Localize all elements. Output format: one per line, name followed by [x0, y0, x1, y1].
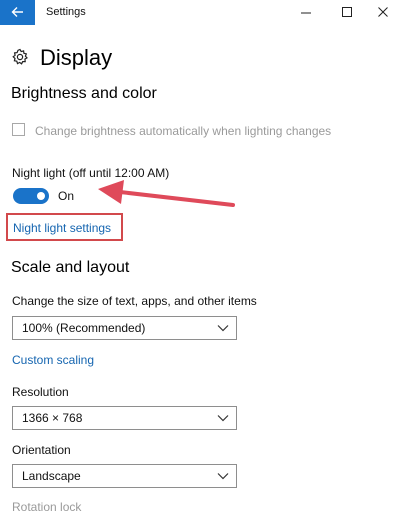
night-light-toggle[interactable]: [13, 188, 49, 204]
section-heading-scale: Scale and layout: [11, 259, 130, 276]
night-light-label: Night light (off until 12:00 AM): [12, 166, 170, 180]
maximize-icon: [342, 7, 352, 17]
orientation-dropdown[interactable]: Landscape: [12, 464, 237, 488]
scale-dropdown-value: 100% (Recommended): [22, 321, 146, 335]
minimize-icon: [301, 12, 311, 14]
chevron-down-icon: [217, 473, 229, 480]
minimize-button[interactable]: [297, 4, 315, 20]
close-icon: [378, 7, 388, 17]
auto-brightness-label: Change brightness automatically when lig…: [35, 124, 332, 138]
resolution-dropdown[interactable]: 1366 × 768: [12, 406, 237, 430]
back-arrow-icon: [11, 7, 23, 17]
orientation-label: Orientation: [12, 443, 71, 457]
title-bar: Settings: [0, 0, 400, 25]
toggle-knob: [37, 192, 45, 200]
gear-icon: [12, 48, 28, 65]
custom-scaling-link[interactable]: Custom scaling: [12, 353, 94, 367]
resolution-dropdown-value: 1366 × 768: [22, 411, 83, 425]
annotation-arrow-icon: [98, 180, 235, 207]
scale-dropdown[interactable]: 100% (Recommended): [12, 316, 237, 340]
orientation-dropdown-value: Landscape: [22, 469, 81, 483]
night-light-settings-link[interactable]: Night light settings: [13, 221, 111, 235]
auto-brightness-checkbox[interactable]: [12, 123, 25, 136]
text-size-label: Change the size of text, apps, and other…: [12, 294, 257, 308]
page-title: Display: [40, 45, 113, 70]
resolution-label: Resolution: [12, 385, 69, 399]
section-heading-brightness: Brightness and color: [11, 85, 157, 102]
rotation-lock-label: Rotation lock: [12, 500, 82, 514]
window-title: Settings: [46, 6, 86, 18]
maximize-button[interactable]: [338, 4, 356, 20]
chevron-down-icon: [217, 325, 229, 332]
back-button[interactable]: [0, 0, 35, 25]
chevron-down-icon: [217, 415, 229, 422]
night-light-toggle-state: On: [58, 189, 75, 203]
close-button[interactable]: [374, 4, 392, 20]
